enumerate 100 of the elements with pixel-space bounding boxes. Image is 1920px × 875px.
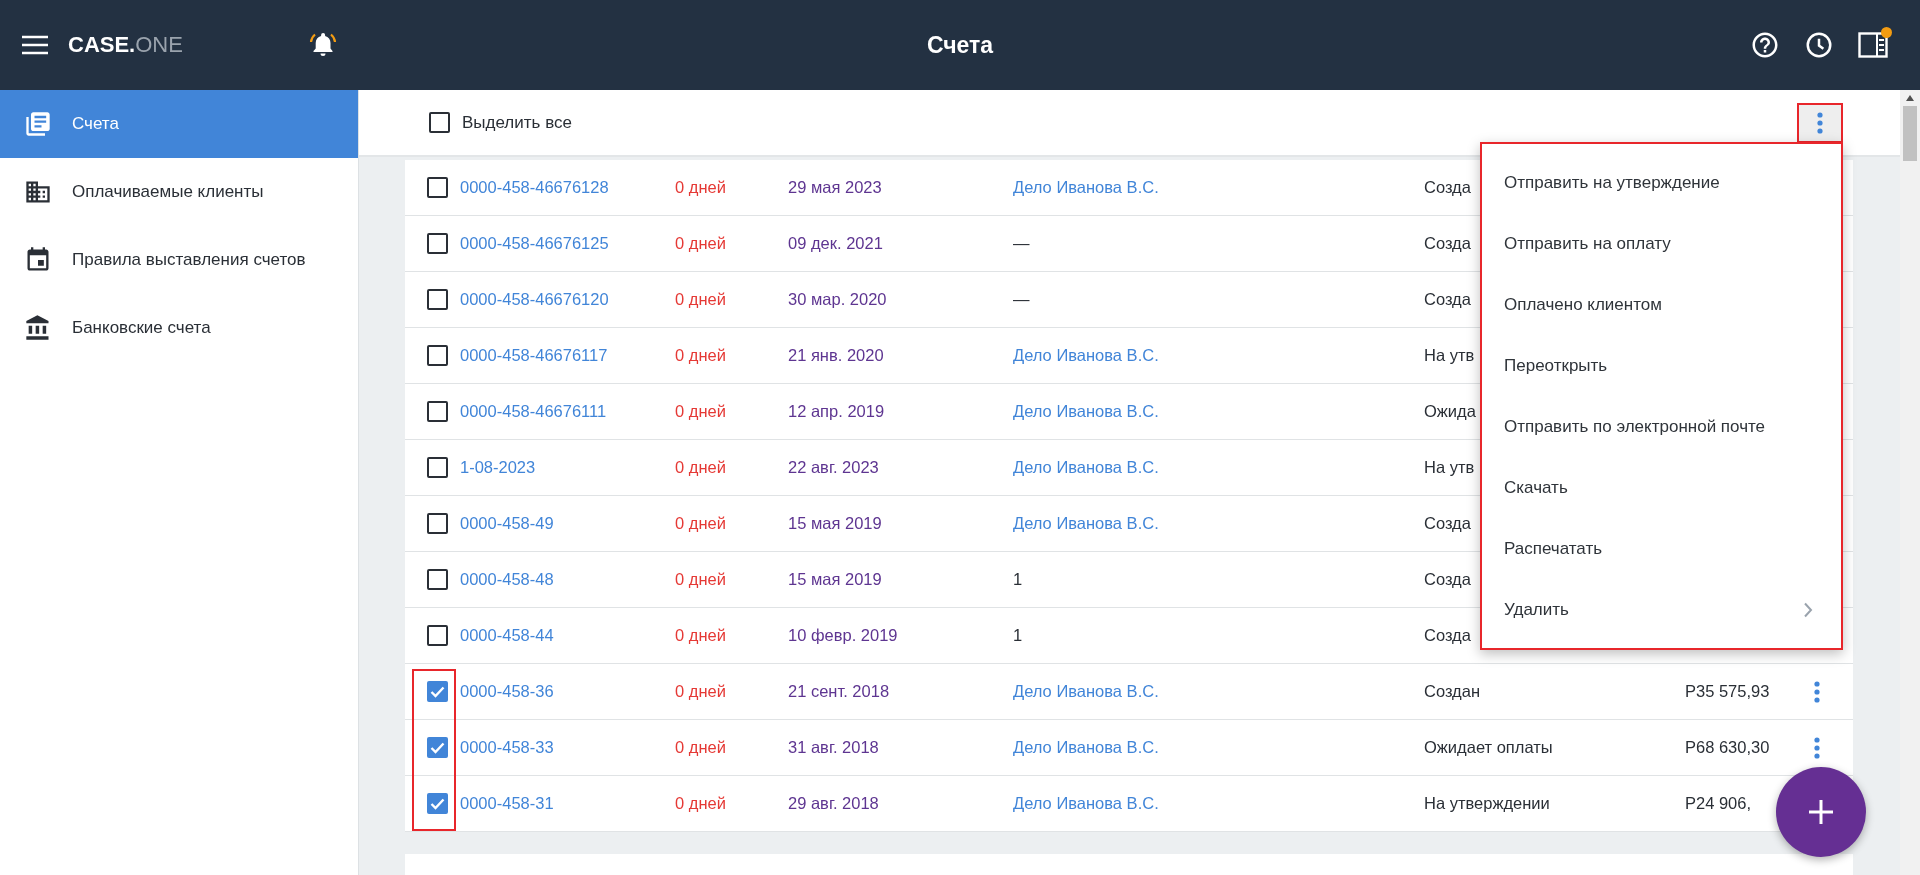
status-cell: Создан xyxy=(1424,682,1481,701)
status-cell: На утв xyxy=(1424,458,1475,477)
status-cell: Созда xyxy=(1424,290,1471,309)
date-cell: 12 апр. 2019 xyxy=(788,402,885,421)
days-cell: 0 дней xyxy=(675,234,726,253)
days-cell: 0 дней xyxy=(675,458,726,477)
plus-icon xyxy=(1807,798,1835,826)
invoice-link[interactable]: 0000-458-36 xyxy=(460,682,554,701)
case-link[interactable]: Дело Иванова В.С. xyxy=(1013,346,1159,365)
status-cell: Ожида xyxy=(1424,402,1476,421)
menu-icon[interactable] xyxy=(22,35,48,55)
case-link[interactable]: Дело Иванова В.С. xyxy=(1013,738,1159,757)
case-link[interactable]: Дело Иванова В.С. xyxy=(1013,794,1159,813)
checkbox[interactable] xyxy=(427,737,448,758)
menu-item[interactable]: Отправить на оплату xyxy=(1482,213,1841,274)
checkbox[interactable] xyxy=(427,401,448,422)
scrollbar[interactable] xyxy=(1900,90,1920,875)
case-link[interactable]: Дело Иванова В.С. xyxy=(1013,402,1159,421)
invoice-link[interactable]: 0000-458-46676128 xyxy=(460,178,609,197)
sidebar-item[interactable]: Банковские счета xyxy=(0,294,358,362)
invoice-link[interactable]: 0000-458-46676120 xyxy=(460,290,609,309)
logo-text: CASE. xyxy=(68,32,136,58)
checkbox[interactable] xyxy=(427,345,448,366)
days-cell: 0 дней xyxy=(675,402,726,421)
days-cell: 0 дней xyxy=(675,626,726,645)
status-cell: Созда xyxy=(1424,626,1471,645)
days-cell: 0 дней xyxy=(675,682,726,701)
invoice-link[interactable]: 0000-458-31 xyxy=(460,794,554,813)
status-cell: Созда xyxy=(1424,178,1471,197)
invoice-link[interactable]: 0000-458-48 xyxy=(460,570,554,589)
sidebar-item[interactable]: Счета xyxy=(0,90,358,158)
clock-icon[interactable] xyxy=(1804,30,1834,60)
menu-item[interactable]: Отправить на утверждение xyxy=(1482,152,1841,213)
page-title: Счета xyxy=(926,31,994,59)
days-cell: 0 дней xyxy=(675,794,726,813)
sidebar-item[interactable]: Оплачиваемые клиенты xyxy=(0,158,358,226)
amount-cell: Р68 630,30 xyxy=(1685,738,1770,757)
amount-cell: Р24 906, xyxy=(1685,794,1752,813)
date-cell: 15 мая 2019 xyxy=(788,570,882,589)
case-link[interactable]: Дело Иванова В.С. xyxy=(1013,458,1159,477)
amount-cell: Р35 575,93 xyxy=(1685,682,1770,701)
date-cell: 21 янв. 2020 xyxy=(788,346,884,365)
arrow-up-icon[interactable] xyxy=(1905,94,1915,102)
status-cell: На утверждении xyxy=(1424,794,1550,813)
menu-item[interactable]: Скачать xyxy=(1482,457,1841,518)
days-cell: 0 дней xyxy=(675,738,726,757)
menu-item[interactable]: Переоткрыть xyxy=(1482,335,1841,396)
help-icon[interactable] xyxy=(1750,30,1780,60)
invoice-link[interactable]: 0000-458-44 xyxy=(460,626,554,645)
days-cell: 0 дней xyxy=(675,290,726,309)
case-link[interactable]: Дело Иванова В.С. xyxy=(1013,178,1159,197)
case-link[interactable]: Дело Иванова В.С. xyxy=(1013,682,1159,701)
menu-item[interactable]: Распечатать xyxy=(1482,518,1841,579)
case-link[interactable]: Дело Иванова В.С. xyxy=(1013,514,1159,533)
more-icon xyxy=(1817,111,1823,134)
checkbox[interactable] xyxy=(429,112,450,133)
date-cell: 22 авг. 2023 xyxy=(788,458,879,477)
chevron-right-icon xyxy=(1803,601,1813,618)
checkbox[interactable] xyxy=(427,681,448,702)
checkbox[interactable] xyxy=(427,513,448,534)
sidebar-item[interactable]: Правила выставления счетов xyxy=(0,226,358,294)
date-cell: 09 дек. 2021 xyxy=(788,234,883,253)
scrollbar-thumb[interactable] xyxy=(1903,106,1917,161)
case-cell: 1 xyxy=(1013,570,1023,589)
menu-item[interactable]: Отправить по электронной почте xyxy=(1482,396,1841,457)
invoice-link[interactable]: 0000-458-46676111 xyxy=(460,402,607,421)
invoice-link[interactable]: 0000-458-33 xyxy=(460,738,554,757)
invoice-link[interactable]: 0000-458-49 xyxy=(460,514,554,533)
checkbox[interactable] xyxy=(427,457,448,478)
date-cell: 10 февр. 2019 xyxy=(788,626,898,645)
menu-item[interactable]: Оплачено клиентом xyxy=(1482,274,1841,335)
documents-icon xyxy=(24,110,52,138)
status-cell: На утв xyxy=(1424,346,1475,365)
bank-icon xyxy=(24,314,52,342)
more-icon xyxy=(1814,736,1820,759)
date-cell: 21 сент. 2018 xyxy=(788,682,890,701)
logo-text: ONE xyxy=(135,32,183,58)
status-cell: Созда xyxy=(1424,234,1471,253)
menu-item[interactable]: Удалить xyxy=(1482,579,1841,640)
date-cell: 31 авг. 2018 xyxy=(788,738,879,757)
days-cell: 0 дней xyxy=(675,570,726,589)
date-cell: 29 авг. 2018 xyxy=(788,794,879,813)
checkbox[interactable] xyxy=(427,233,448,254)
checkbox[interactable] xyxy=(427,177,448,198)
date-cell: 30 мар. 2020 xyxy=(788,290,887,309)
checkbox[interactable] xyxy=(427,625,448,646)
days-cell: 0 дней xyxy=(675,514,726,533)
case-cell: — xyxy=(1013,234,1030,253)
date-cell: 29 мая 2023 xyxy=(788,178,882,197)
checkbox[interactable] xyxy=(427,793,448,814)
invoice-link[interactable]: 1-08-2023 xyxy=(460,458,536,477)
add-button[interactable] xyxy=(1776,767,1866,857)
status-cell: Созда xyxy=(1424,514,1471,533)
status-cell: Созда xyxy=(1424,570,1471,589)
checkbox[interactable] xyxy=(427,569,448,590)
checkbox[interactable] xyxy=(427,289,448,310)
more-button[interactable] xyxy=(1797,102,1843,143)
invoice-link[interactable]: 0000-458-46676117 xyxy=(460,346,608,365)
select-all-label: Выделить все xyxy=(462,112,572,133)
invoice-link[interactable]: 0000-458-46676125 xyxy=(460,234,609,253)
